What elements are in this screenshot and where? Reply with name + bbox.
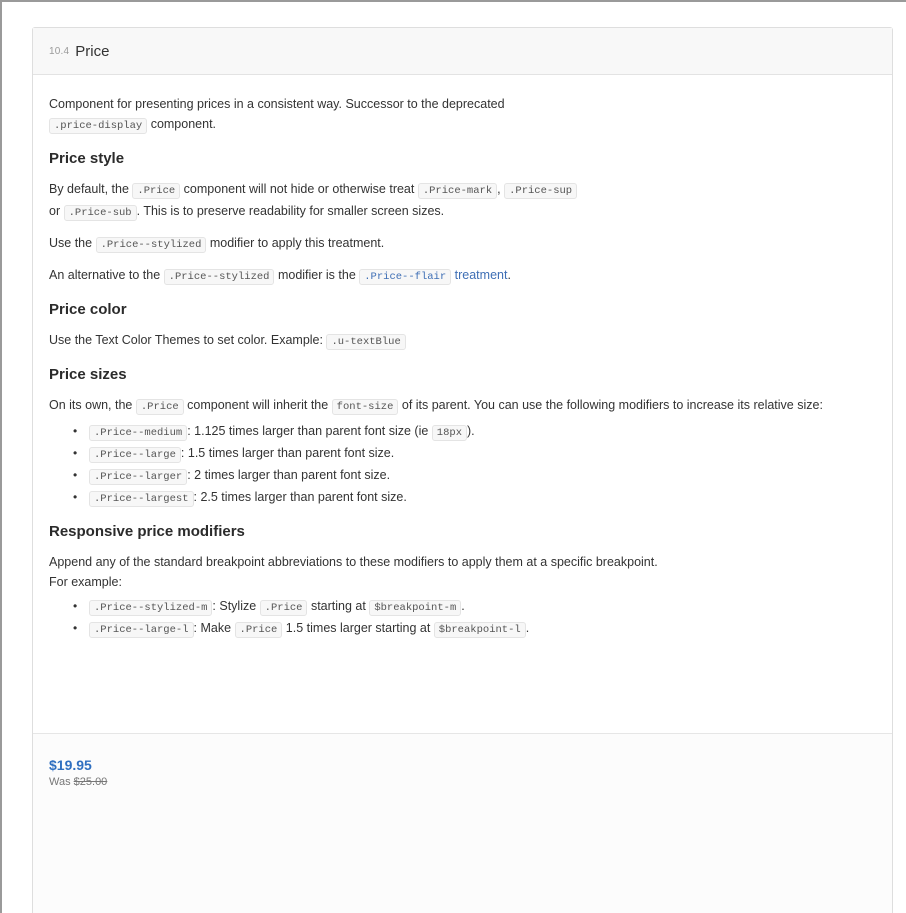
code-price-large: .Price--large bbox=[89, 447, 181, 463]
section-number: 10.4 bbox=[49, 45, 70, 57]
code-u-textblue: .u-textBlue bbox=[326, 334, 406, 350]
code-price-larger: .Price--larger bbox=[89, 469, 188, 485]
text: : 1.125 times larger than parent font si… bbox=[187, 424, 432, 438]
code-price-stylized: .Price--stylized bbox=[163, 269, 275, 285]
code-price-largest: .Price--largest bbox=[89, 491, 194, 507]
code-price: .Price bbox=[259, 600, 308, 616]
price-example: $19.95 Was $25.00 bbox=[33, 733, 892, 913]
list-item: .Price--large-l: Make .Price 1.5 times l… bbox=[73, 618, 876, 640]
text: : 2.5 times larger than parent font size… bbox=[193, 490, 407, 504]
text: or bbox=[49, 204, 64, 218]
price-sizes-paragraph: On its own, the .Price component will in… bbox=[49, 395, 876, 417]
price-style-paragraph-1: By default, the .Price component will no… bbox=[49, 179, 876, 223]
text: : Make bbox=[193, 621, 235, 635]
text: On its own, the bbox=[49, 398, 136, 412]
example-was-price: Was $25.00 bbox=[49, 774, 876, 790]
card-header: 10.4 Price bbox=[33, 28, 892, 75]
price-style-paragraph-3: An alternative to the .Price--stylized m… bbox=[49, 265, 876, 287]
code-price-sup: .Price-sup bbox=[504, 183, 578, 199]
text: Use the Text Color Themes to set color. … bbox=[49, 333, 327, 347]
code-price-stylized: .Price--stylized bbox=[95, 237, 207, 253]
text: ). bbox=[467, 424, 475, 438]
code-font-size: font-size bbox=[331, 399, 399, 415]
code-18px: 18px bbox=[431, 425, 468, 441]
code-price-flair: .Price--flair bbox=[359, 269, 452, 285]
code-price-medium: .Price--medium bbox=[89, 425, 188, 441]
responsive-list: .Price--stylized-m: Stylize .Price start… bbox=[49, 596, 876, 640]
was-label: Was bbox=[49, 776, 74, 788]
price-sizes-list: .Price--medium: 1.125 times larger than … bbox=[49, 421, 876, 509]
text: . bbox=[525, 621, 530, 635]
list-item: .Price--larger: 2 times larger than pare… bbox=[73, 465, 876, 487]
text: component will not hide or otherwise tre… bbox=[180, 182, 418, 196]
list-item: .Price--medium: 1.125 times larger than … bbox=[73, 421, 876, 443]
example-price: $19.95 bbox=[49, 757, 92, 773]
list-item: .Price--stylized-m: Stylize .Price start… bbox=[73, 596, 876, 618]
price-style-paragraph-2: Use the .Price--stylized modifier to app… bbox=[49, 233, 876, 255]
text: starting at bbox=[307, 599, 370, 613]
code-price-mark: .Price-mark bbox=[417, 183, 498, 199]
code-price: .Price bbox=[234, 622, 283, 638]
text: By default, the bbox=[49, 182, 133, 196]
code-price-large-l: .Price--large-l bbox=[89, 622, 194, 638]
window-top-border bbox=[0, 0, 906, 2]
text: 1.5 times larger starting at bbox=[282, 621, 434, 635]
window-left-border bbox=[0, 0, 2, 913]
text: component will inherit the bbox=[183, 398, 332, 412]
section-title: Price bbox=[75, 42, 110, 60]
code-price: .Price bbox=[135, 399, 184, 415]
text: : Stylize bbox=[212, 599, 260, 613]
code-price-display: .price-display bbox=[49, 118, 148, 134]
intro-text: Component for presenting prices in a con… bbox=[49, 97, 505, 111]
heading-responsive-price-modifiers: Responsive price modifiers bbox=[49, 523, 245, 540]
text: . bbox=[461, 599, 465, 613]
price-color-paragraph: Use the Text Color Themes to set color. … bbox=[49, 330, 876, 352]
text: modifier to apply this treatment. bbox=[206, 236, 385, 250]
code-price: .Price bbox=[132, 183, 181, 199]
intro-paragraph: Component for presenting prices in a con… bbox=[49, 94, 876, 136]
was-price-strikethrough: $25.00 bbox=[73, 776, 108, 788]
list-item: .Price--large: 1.5 times larger than par… bbox=[73, 443, 876, 465]
heading-price-sizes: Price sizes bbox=[49, 366, 127, 383]
link-text: treatment bbox=[451, 268, 508, 282]
doc-content: Component for presenting prices in a con… bbox=[33, 75, 892, 640]
text: . This is to preserve readability for sm… bbox=[136, 204, 445, 218]
text: An alternative to the bbox=[49, 268, 164, 282]
text: of its parent. You can use the following… bbox=[398, 398, 823, 412]
text: : 1.5 times larger than parent font size… bbox=[180, 446, 395, 460]
text: : 2 times larger than parent font size. bbox=[187, 468, 391, 482]
heading-price-color: Price color bbox=[49, 301, 127, 318]
price-flair-link[interactable]: .Price--flair treatment bbox=[359, 268, 508, 285]
text: modifier is the bbox=[274, 268, 360, 282]
code-price-sub: .Price-sub bbox=[63, 205, 137, 221]
list-item: .Price--largest: 2.5 times larger than p… bbox=[73, 487, 876, 509]
code-breakpoint-m: $breakpoint-m bbox=[369, 600, 462, 616]
heading-price-style: Price style bbox=[49, 150, 125, 167]
intro-text-end: component. bbox=[147, 117, 217, 131]
text: Use the bbox=[49, 236, 96, 250]
responsive-paragraph: Append any of the standard breakpoint ab… bbox=[49, 555, 658, 589]
text: . bbox=[507, 268, 511, 282]
code-price-stylized-m: .Price--stylized-m bbox=[89, 600, 213, 616]
documentation-card: 10.4 Price Component for presenting pric… bbox=[32, 27, 893, 913]
code-breakpoint-l: $breakpoint-l bbox=[433, 622, 526, 638]
